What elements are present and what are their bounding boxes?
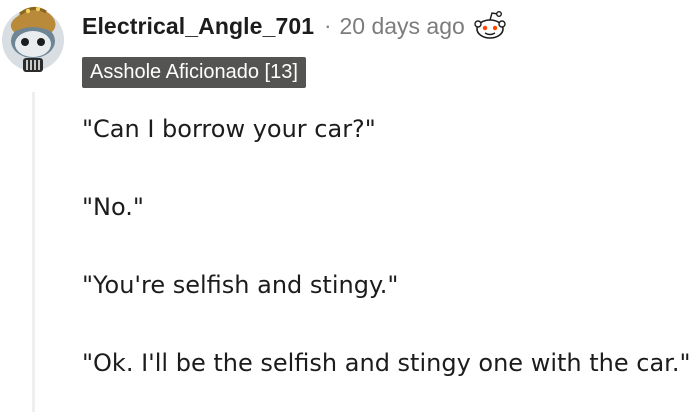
- timestamp[interactable]: 20 days ago: [339, 13, 464, 40]
- comment-avatar[interactable]: [0, 0, 66, 74]
- comment-paragraph: "Ok. I'll be the selfish and stingy one …: [82, 349, 691, 377]
- comment-paragraph: "You're selfish and stingy.": [82, 271, 399, 299]
- comment-paragraph: "No.": [82, 193, 144, 221]
- separator-dot: ·: [324, 13, 332, 38]
- snoo-award-icon[interactable]: [473, 9, 507, 43]
- thread-line[interactable]: [32, 92, 35, 412]
- username-link[interactable]: Electrical_Angle_701: [82, 13, 314, 40]
- user-flair: Asshole Aficionado [13]: [82, 57, 306, 88]
- comment-paragraph: "Can I borrow your car?": [82, 115, 376, 143]
- comment-header: Electrical_Angle_701 · 20 days ago: [82, 8, 507, 44]
- comment-body: "Can I borrow your car?" "No." "You're s…: [82, 110, 694, 382]
- snoo-avatar-icon: [2, 6, 64, 72]
